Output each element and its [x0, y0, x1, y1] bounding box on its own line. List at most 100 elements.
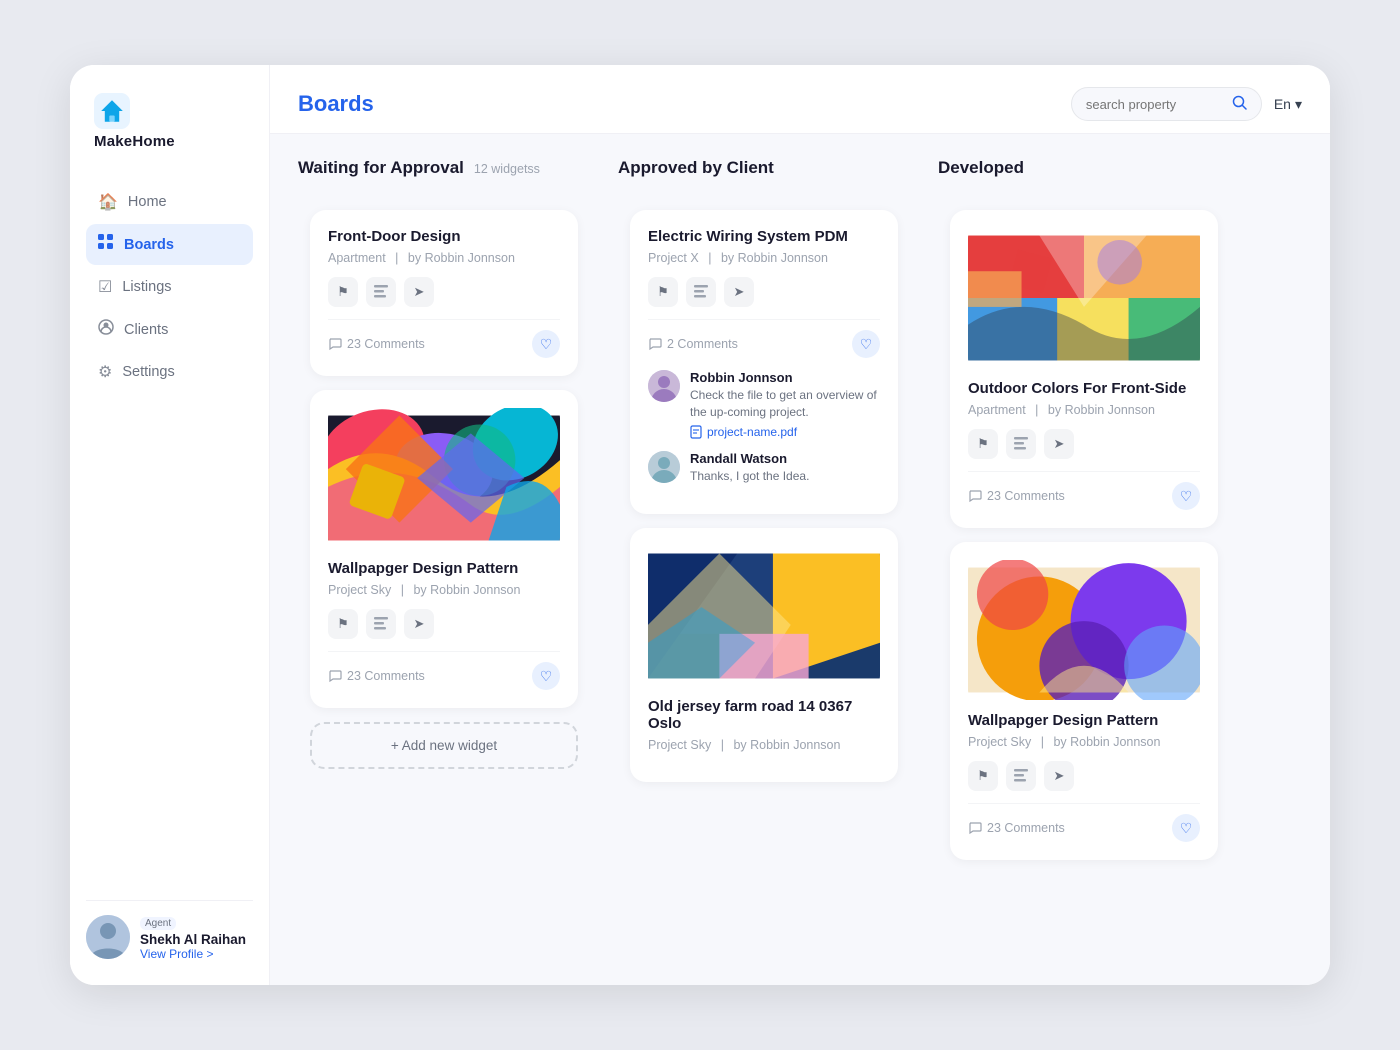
- card-title-3: Electric Wiring System PDM: [648, 228, 880, 245]
- chevron-down-icon: ▾: [1295, 96, 1302, 113]
- chat-name-2: Randall Watson: [690, 451, 880, 466]
- avatar: [86, 915, 130, 959]
- add-widget-button[interactable]: + Add new widget: [310, 722, 578, 769]
- chat-avatar-1: [648, 370, 680, 402]
- card-tools-1: ⚑ ➤: [328, 277, 560, 307]
- card-footer-1: 23 Comments ♡: [328, 319, 560, 358]
- like-btn-6[interactable]: ♡: [1172, 814, 1200, 842]
- sidebar: MakeHome 🏠 Home Boards ☑ Listings: [70, 65, 270, 985]
- card-meta-6: Project Sky | by Robbin Jonnson: [968, 735, 1200, 749]
- profile-name: Shekh Al Raihan: [140, 932, 246, 947]
- settings-icon: ⚙: [98, 362, 112, 382]
- nav-label-clients: Clients: [124, 322, 168, 338]
- card-meta-3: Project X | by Robbin Jonnson: [648, 251, 880, 265]
- column-content-developed: Outdoor Colors For Front-Side Apartment …: [934, 194, 1234, 890]
- card-project-2: Project Sky: [328, 583, 391, 597]
- card-author-1: by Robbin Jonnson: [408, 251, 515, 265]
- send-tool-5[interactable]: ➤: [1044, 429, 1074, 459]
- card-title-2: Wallpapger Design Pattern: [328, 560, 560, 577]
- chat-message-1: Robbin Jonnson Check the file to get an …: [648, 370, 880, 439]
- like-btn-1[interactable]: ♡: [532, 330, 560, 358]
- app-container: MakeHome 🏠 Home Boards ☑ Listings: [70, 65, 1330, 985]
- clients-icon: [98, 319, 114, 340]
- bars-tool[interactable]: [366, 277, 396, 307]
- search-bar: [1071, 87, 1262, 121]
- add-widget-label: + Add new widget: [391, 738, 497, 753]
- card-meta-4: Project Sky | by Robbin Jonnson: [648, 738, 880, 752]
- language-label: En: [1274, 96, 1291, 112]
- send-tool-6[interactable]: ➤: [1044, 761, 1074, 791]
- card-tools-6: ⚑ ➤: [968, 761, 1200, 791]
- card-outdoor: Outdoor Colors For Front-Side Apartment …: [950, 210, 1218, 528]
- comments-3: 2 Comments: [648, 337, 738, 351]
- listings-icon: ☑: [98, 277, 112, 297]
- card-meta-5: Apartment | by Robbin Jonnson: [968, 403, 1200, 417]
- send-tool-3[interactable]: ➤: [724, 277, 754, 307]
- chat-message-2: Randall Watson Thanks, I got the Idea.: [648, 451, 880, 485]
- card-tools-2: ⚑ ➤: [328, 609, 560, 639]
- boards-icon: [98, 234, 114, 255]
- card-footer-5: 23 Comments ♡: [968, 471, 1200, 510]
- column-count-waiting: 12 widgetss: [474, 162, 540, 176]
- card-oslo: Old jersey farm road 14 0367 Oslo Projec…: [630, 528, 898, 782]
- send-tool-2[interactable]: ➤: [404, 609, 434, 639]
- card-meta-1: Apartment | by Robbin Jonnson: [328, 251, 560, 265]
- card-title-4: Old jersey farm road 14 0367 Oslo: [648, 698, 880, 732]
- nav-item-listings[interactable]: ☑ Listings: [86, 267, 253, 307]
- chat-text-2: Thanks, I got the Idea.: [690, 468, 880, 485]
- column-content-waiting: Front-Door Design Apartment | by Robbin …: [294, 194, 594, 794]
- bars-tool-5[interactable]: [1006, 429, 1036, 459]
- column-content-approved: Electric Wiring System PDM Project X | b…: [614, 194, 914, 812]
- column-header-approved: Approved by Client: [614, 158, 914, 178]
- column-waiting: Waiting for Approval 12 widgetss Front-D…: [294, 158, 594, 794]
- agent-badge: Agent: [140, 917, 176, 930]
- like-btn-2[interactable]: ♡: [532, 662, 560, 690]
- bars-tool-6[interactable]: [1006, 761, 1036, 791]
- search-input[interactable]: [1086, 97, 1226, 112]
- flag-tool-5[interactable]: ⚑: [968, 429, 998, 459]
- column-approved: Approved by Client Electric Wiring Syste…: [614, 158, 914, 812]
- flag-tool-2[interactable]: ⚑: [328, 609, 358, 639]
- card-image-2: [328, 408, 560, 548]
- card-front-door: Front-Door Design Apartment | by Robbin …: [310, 210, 578, 376]
- profile-area: Agent Shekh Al Raihan View Profile >: [86, 900, 253, 961]
- card-author-2: by Robbin Jonnson: [413, 583, 520, 597]
- comments-1: 23 Comments: [328, 337, 425, 351]
- card-title-6: Wallpapger Design Pattern: [968, 712, 1200, 729]
- chat-text-1: Check the file to get an overview of the…: [690, 387, 880, 421]
- column-title-waiting: Waiting for Approval: [298, 158, 464, 178]
- nav-label-boards: Boards: [124, 237, 174, 253]
- card-tools-3: ⚑ ➤: [648, 277, 880, 307]
- nav-item-settings[interactable]: ⚙ Settings: [86, 352, 253, 392]
- nav-item-boards[interactable]: Boards: [86, 224, 253, 265]
- main-content: Boards En ▾ Waiting for Approval 12 widg…: [270, 65, 1330, 985]
- like-btn-5[interactable]: ♡: [1172, 482, 1200, 510]
- card-title-5: Outdoor Colors For Front-Side: [968, 380, 1200, 397]
- nav-item-home[interactable]: 🏠 Home: [86, 182, 253, 222]
- card-tools-5: ⚑ ➤: [968, 429, 1200, 459]
- card-footer-2: 23 Comments ♡: [328, 651, 560, 690]
- home-icon: 🏠: [98, 192, 118, 212]
- column-title-developed: Developed: [938, 158, 1024, 178]
- card-image-5: [968, 228, 1200, 368]
- send-tool[interactable]: ➤: [404, 277, 434, 307]
- card-wallpaper-2: Wallpapger Design Pattern Project Sky | …: [950, 542, 1218, 860]
- bars-tool-3[interactable]: [686, 277, 716, 307]
- flag-tool-6[interactable]: ⚑: [968, 761, 998, 791]
- card-electric: Electric Wiring System PDM Project X | b…: [630, 210, 898, 514]
- logo-area: MakeHome: [86, 93, 253, 150]
- nav-item-clients[interactable]: Clients: [86, 309, 253, 350]
- card-image-4: [648, 546, 880, 686]
- chat-file-1[interactable]: project-name.pdf: [690, 425, 880, 439]
- language-selector[interactable]: En ▾: [1274, 96, 1302, 113]
- flag-tool-3[interactable]: ⚑: [648, 277, 678, 307]
- flag-tool[interactable]: ⚑: [328, 277, 358, 307]
- card-footer-6: 23 Comments ♡: [968, 803, 1200, 842]
- nav-label-listings: Listings: [122, 279, 171, 295]
- view-profile-link[interactable]: View Profile >: [140, 947, 246, 961]
- bars-tool-2[interactable]: [366, 609, 396, 639]
- boards-area: Waiting for Approval 12 widgetss Front-D…: [270, 134, 1330, 985]
- like-btn-3[interactable]: ♡: [852, 330, 880, 358]
- comments-2: 23 Comments: [328, 669, 425, 683]
- card-meta-2: Project Sky | by Robbin Jonnson: [328, 583, 560, 597]
